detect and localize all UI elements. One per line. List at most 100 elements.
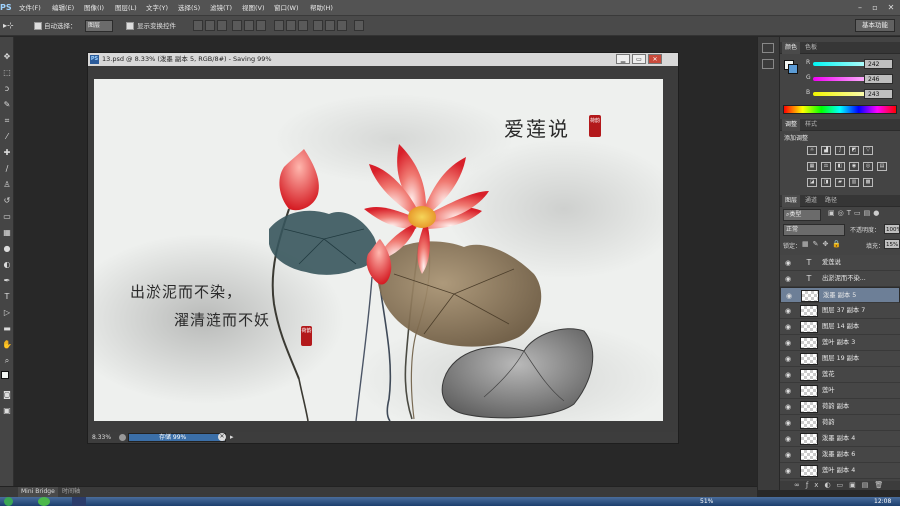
distribute-top-icon[interactable] bbox=[274, 20, 284, 31]
marquee-icon[interactable]: ⬚ bbox=[1, 67, 13, 79]
zoom-level[interactable]: 8.33% bbox=[92, 432, 111, 443]
vibrance-adjust-icon[interactable]: ▽ bbox=[863, 146, 873, 155]
color-lookup-icon[interactable]: ▤ bbox=[877, 162, 887, 171]
brush-icon[interactable]: ∕ bbox=[1, 163, 13, 175]
history-panel-icon[interactable] bbox=[762, 43, 774, 53]
layer-row[interactable]: ◉ 荷韵 bbox=[780, 415, 900, 431]
workspace-switcher[interactable]: 基本功能 bbox=[855, 19, 895, 32]
start-button-icon[interactable] bbox=[4, 497, 13, 506]
crop-icon[interactable]: ⌗ bbox=[1, 115, 13, 127]
layer-actions-bar[interactable]: ∞ƒx◐▭▣▤🗑 bbox=[780, 481, 900, 490]
tab-color[interactable]: 颜色 bbox=[782, 42, 801, 54]
layer-row[interactable]: ◉ 荷韵 副本 bbox=[780, 399, 900, 415]
hand-icon[interactable]: ✋ bbox=[1, 339, 13, 351]
lock-icons[interactable]: ▦✎✥🔒 bbox=[802, 240, 845, 248]
curves-adjust-icon[interactable]: ∫ bbox=[835, 146, 845, 155]
layer-row[interactable]: ◉ 泼墨 副本 4 bbox=[780, 431, 900, 447]
eyedropper-icon[interactable]: ⁄ bbox=[1, 131, 13, 143]
tab-mini-bridge[interactable]: Mini Bridge bbox=[18, 487, 58, 497]
layer-filter-icons[interactable]: ▣◎T▭▤● bbox=[828, 209, 882, 217]
minimize-icon[interactable]: – bbox=[853, 2, 867, 13]
history-brush-icon[interactable]: ↺ bbox=[1, 195, 13, 207]
browser-taskbar-icon[interactable] bbox=[38, 497, 50, 506]
auto-select-checkbox[interactable] bbox=[34, 22, 42, 30]
bw-adjust-icon[interactable]: ◧ bbox=[835, 162, 845, 171]
visibility-eye-icon[interactable]: ◉ bbox=[786, 292, 794, 300]
pen-icon[interactable]: ✒ bbox=[1, 275, 13, 287]
move-tool-icon[interactable]: ▸⊹ bbox=[3, 20, 14, 32]
visibility-eye-icon[interactable]: ◉ bbox=[785, 307, 793, 315]
gradient-map-icon[interactable]: ▥ bbox=[849, 178, 859, 187]
tab-layers[interactable]: 图层 bbox=[782, 195, 801, 207]
visibility-eye-icon[interactable]: ◉ bbox=[785, 259, 793, 267]
layer-name[interactable]: 莲叶 副本 3 bbox=[822, 335, 855, 351]
layer-name[interactable]: 荷韵 副本 bbox=[822, 399, 849, 415]
opacity-input[interactable]: 100% bbox=[884, 224, 900, 234]
align-left-icon[interactable] bbox=[232, 20, 242, 31]
layer-row[interactable]: ◉ 莲花 bbox=[780, 367, 900, 383]
color-spectrum-bar[interactable] bbox=[783, 105, 897, 114]
menu-layer[interactable]: 图层(L) bbox=[115, 0, 137, 16]
layer-row[interactable]: ◉ 图层 19 副本 bbox=[780, 351, 900, 367]
color-bg-swatch[interactable] bbox=[788, 64, 798, 74]
distribute-right-icon[interactable] bbox=[337, 20, 347, 31]
shape-icon[interactable]: ▬ bbox=[1, 323, 13, 335]
menu-window[interactable]: 窗口(W) bbox=[274, 0, 299, 16]
visibility-eye-icon[interactable]: ◉ bbox=[785, 355, 793, 363]
posterize-icon[interactable]: ◨ bbox=[821, 178, 831, 187]
doc-close-icon[interactable]: ✕ bbox=[648, 54, 662, 64]
layer-row[interactable]: ◉ 泼墨 副本 6 bbox=[780, 447, 900, 463]
align-right-icon[interactable] bbox=[256, 20, 266, 31]
layer-name[interactable]: 泼墨 副本 6 bbox=[822, 447, 855, 463]
layer-name[interactable]: 莲叶 副本 4 bbox=[822, 463, 855, 479]
menu-select[interactable]: 选择(S) bbox=[178, 0, 200, 16]
menu-file[interactable]: 文件(F) bbox=[19, 0, 41, 16]
channel-b-value[interactable]: 243 bbox=[864, 89, 893, 99]
distribute-left-icon[interactable] bbox=[313, 20, 323, 31]
document-canvas[interactable]: 爱莲说 荷韵 出淤泥而不染， 濯清涟而不妖 荷韵 bbox=[94, 79, 663, 421]
threshold-icon[interactable]: ▰ bbox=[835, 178, 845, 187]
restore-icon[interactable]: ▫ bbox=[868, 2, 882, 13]
visibility-eye-icon[interactable]: ◉ bbox=[785, 339, 793, 347]
layer-name[interactable]: 莲叶 bbox=[822, 383, 835, 399]
menu-type[interactable]: 文字(Y) bbox=[146, 0, 168, 16]
align-bottom-icon[interactable] bbox=[217, 20, 227, 31]
layer-row[interactable]: ◉ T 爱莲说 bbox=[780, 255, 900, 271]
doc-minimize-icon[interactable]: ▁ bbox=[616, 54, 630, 64]
visibility-eye-icon[interactable]: ◉ bbox=[785, 323, 793, 331]
layer-name[interactable]: 图层 19 副本 bbox=[822, 351, 859, 367]
color-balance-icon[interactable]: ⚖ bbox=[821, 162, 831, 171]
document-tab[interactable]: PS 13.psd @ 8.33% (泼墨 副本 5, RGB/8#) - Sa… bbox=[88, 53, 678, 66]
visibility-eye-icon[interactable]: ◉ bbox=[785, 371, 793, 379]
properties-panel-icon[interactable] bbox=[762, 59, 774, 69]
visibility-eye-icon[interactable]: ◉ bbox=[785, 419, 793, 427]
gradient-icon[interactable]: ▦ bbox=[1, 227, 13, 239]
blur-icon[interactable]: ● bbox=[1, 243, 13, 255]
healing-brush-icon[interactable]: ✚ bbox=[1, 147, 13, 159]
exposure-adjust-icon[interactable]: ◩ bbox=[849, 146, 859, 155]
layer-row[interactable]: ◉ 莲叶 副本 4 bbox=[780, 463, 900, 479]
dodge-icon[interactable]: ◐ bbox=[1, 259, 13, 271]
quick-select-icon[interactable]: ✎ bbox=[1, 99, 13, 111]
type-icon[interactable]: T bbox=[1, 291, 13, 303]
selective-color-icon[interactable]: ▩ bbox=[863, 178, 873, 187]
visibility-eye-icon[interactable]: ◉ bbox=[785, 275, 793, 283]
layer-name[interactable]: 图层 37 副本 7 bbox=[822, 303, 865, 319]
menu-view[interactable]: 视图(V) bbox=[242, 0, 265, 16]
layer-name[interactable]: 图层 14 副本 bbox=[822, 319, 859, 335]
eraser-icon[interactable]: ▭ bbox=[1, 211, 13, 223]
layer-row[interactable]: ◉ T 出淤泥而不染... bbox=[780, 271, 900, 287]
distribute-bottom-icon[interactable] bbox=[298, 20, 308, 31]
channel-mixer-icon[interactable]: ◎ bbox=[863, 162, 873, 171]
distribute-vcenter-icon[interactable] bbox=[286, 20, 296, 31]
invert-adjust-icon[interactable]: ◪ bbox=[807, 178, 817, 187]
brightness-adjust-icon[interactable]: ☼ bbox=[807, 146, 817, 155]
screen-mode-icon[interactable]: ▣ bbox=[1, 405, 13, 417]
tab-adjustments[interactable]: 调整 bbox=[782, 119, 801, 131]
menu-image[interactable]: 图像(I) bbox=[84, 0, 104, 16]
auto-select-dropdown[interactable]: 图层 bbox=[85, 20, 113, 32]
cancel-save-icon[interactable]: ✕ bbox=[218, 433, 226, 441]
layer-row[interactable]: ◉ 泼墨 副本 5 bbox=[780, 287, 900, 303]
tab-styles[interactable]: 样式 bbox=[802, 119, 820, 131]
lasso-icon[interactable]: ↄ bbox=[1, 83, 13, 95]
